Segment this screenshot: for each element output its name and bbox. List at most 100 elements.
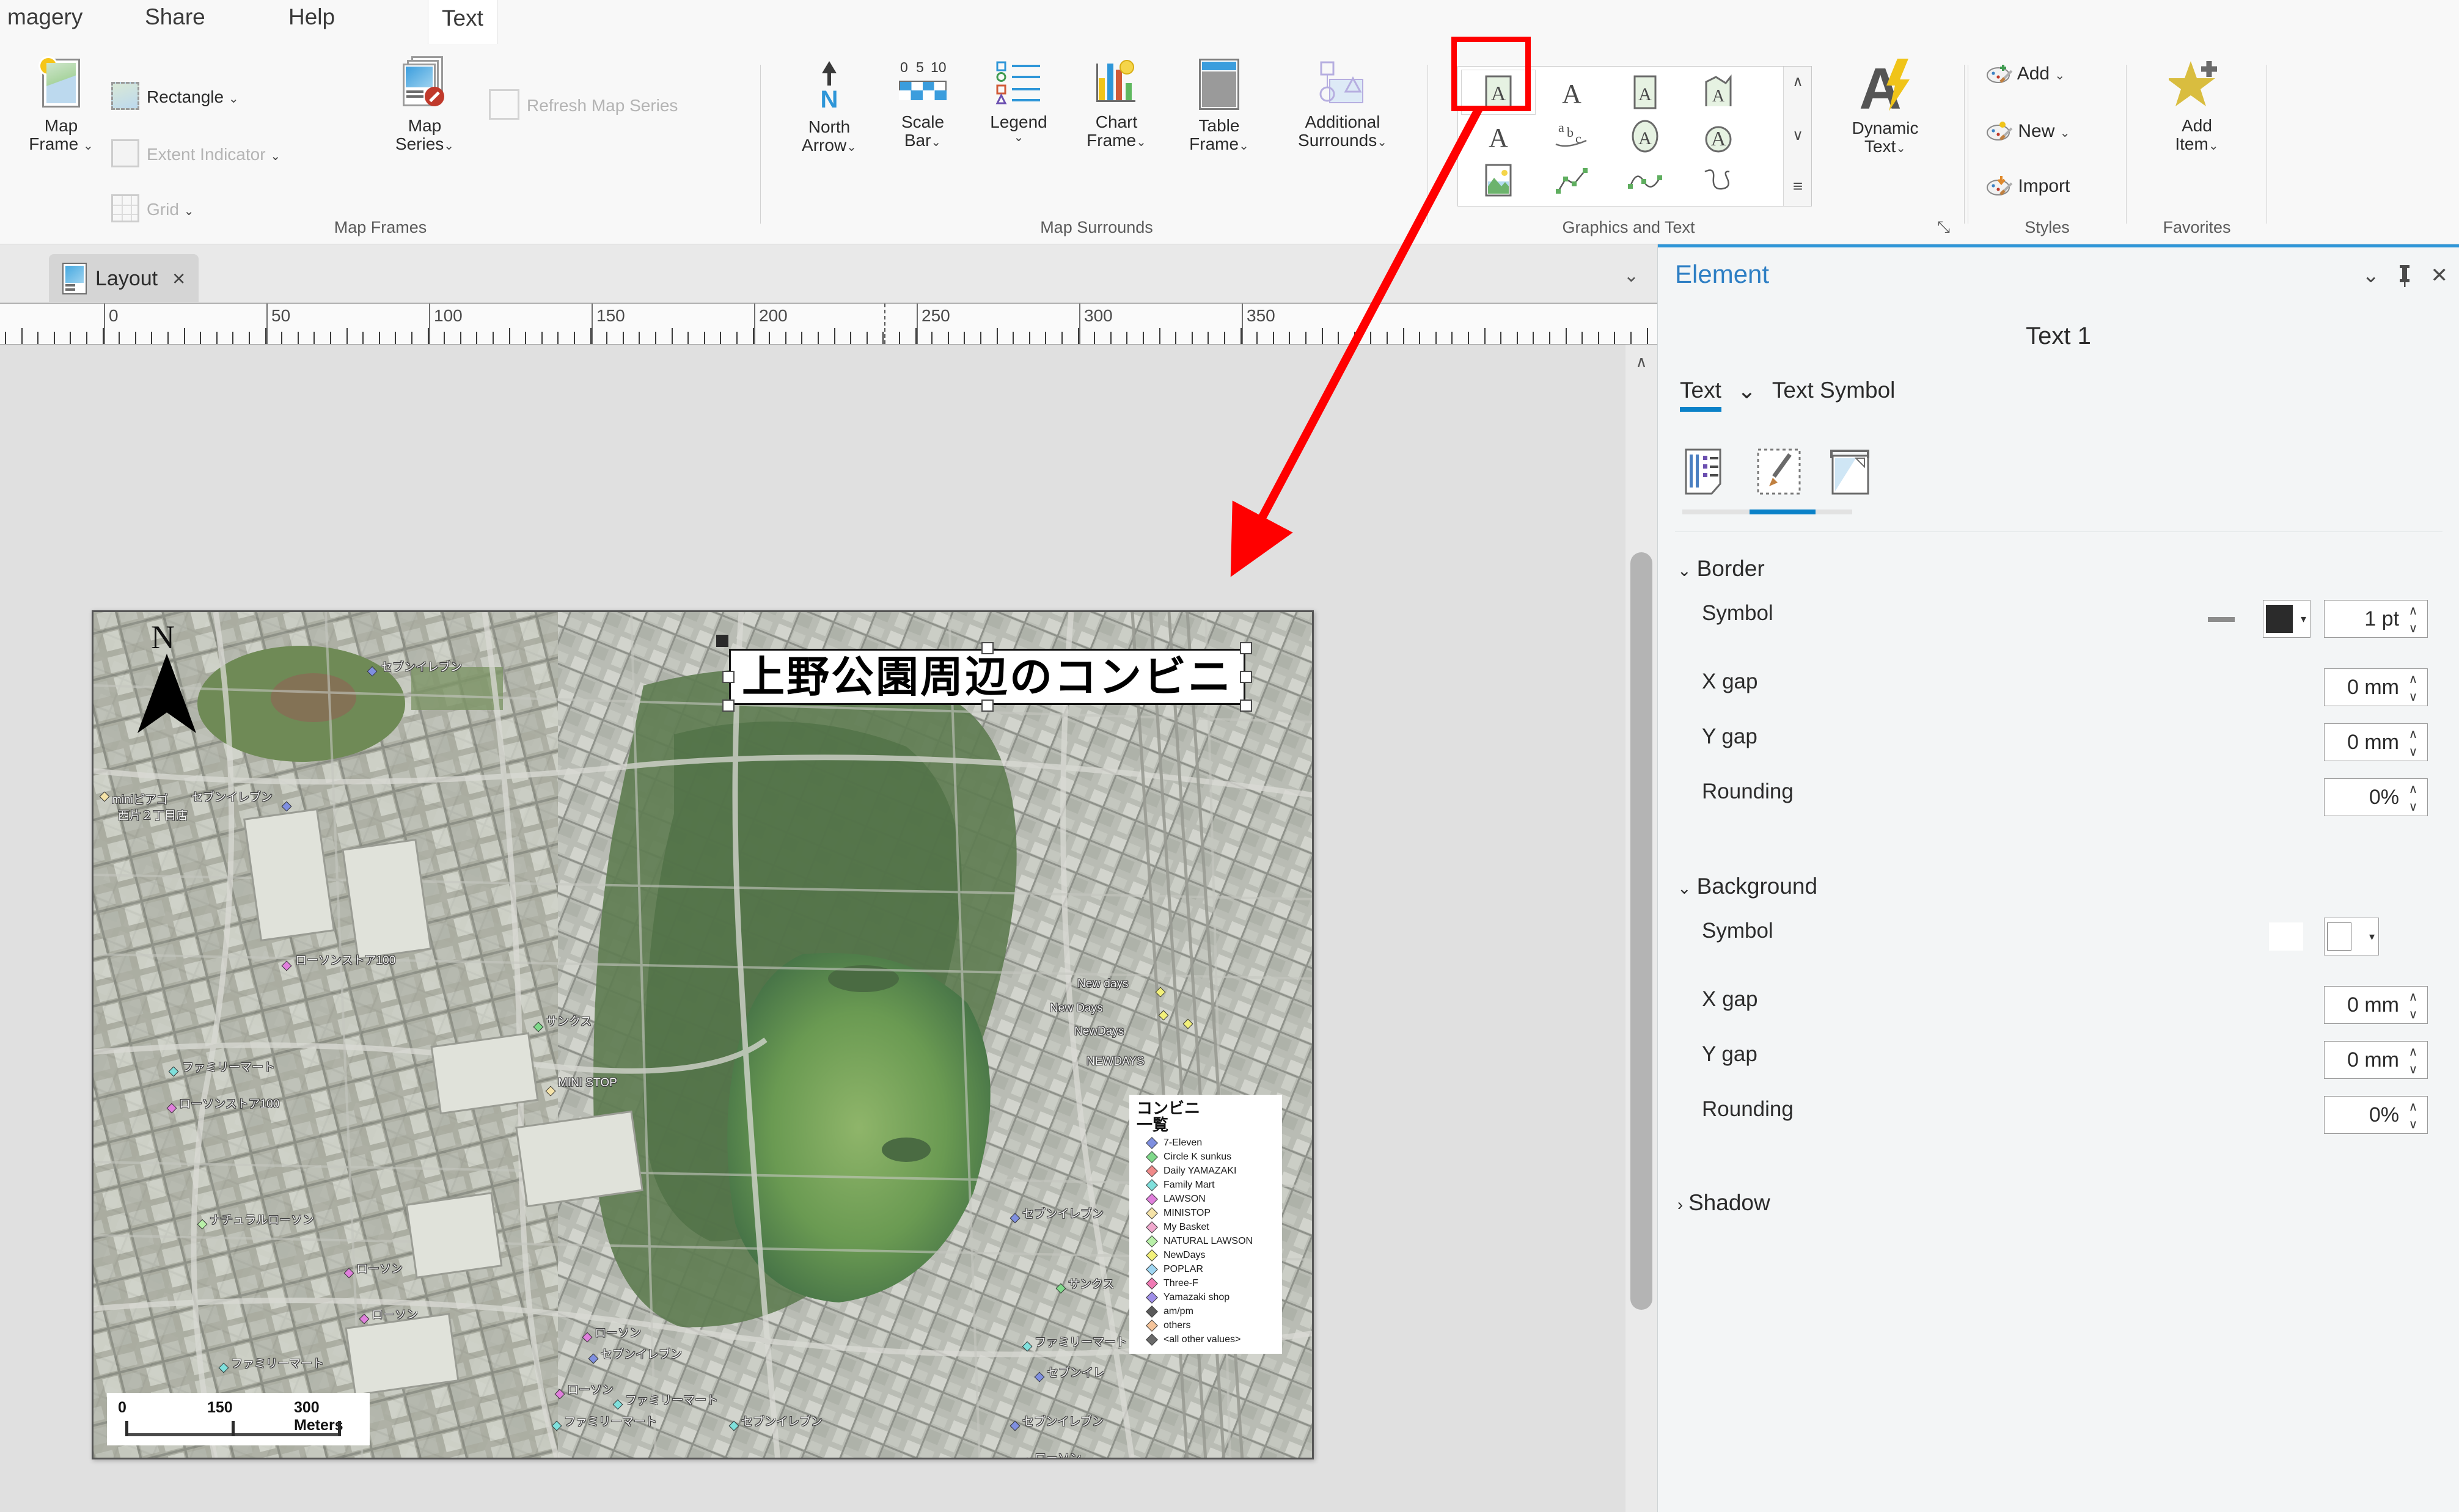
close-icon[interactable]: × xyxy=(172,266,185,291)
chevron-down-icon[interactable]: ⌄ xyxy=(444,139,454,153)
spinner-arrows[interactable]: ∧ ∨ xyxy=(2404,1099,2422,1132)
dialog-launcher-icon[interactable]: ⤡ xyxy=(1937,217,1950,237)
spinner-arrows[interactable]: ∧ ∨ xyxy=(2404,1044,2422,1077)
gallery-item-polyline[interactable] xyxy=(1535,158,1608,202)
spinner-down-icon[interactable]: ∨ xyxy=(2409,1062,2418,1077)
extent-indicator-button[interactable]: Extent Indicator ⌄ xyxy=(111,139,280,167)
list-properties-icon[interactable] xyxy=(1682,446,1734,497)
panel-menu-chevron-icon[interactable]: ⌄ xyxy=(2362,263,2380,288)
rectangle-button[interactable]: Rectangle ⌄ xyxy=(111,82,239,110)
chart-frame-button[interactable]: Chart Frame⌄ xyxy=(1065,59,1168,149)
graphics-gallery[interactable]: A A A A A abc A A ∧ ∨ ≡ xyxy=(1457,66,1812,206)
refresh-map-series-button[interactable]: Refresh Map Series xyxy=(489,89,678,120)
spinner-down-icon[interactable]: ∨ xyxy=(2409,689,2418,704)
chevron-down-icon[interactable]: ⌄ xyxy=(270,150,280,163)
spinner-up-icon[interactable]: ∧ xyxy=(2409,1099,2418,1114)
panel-pin-icon[interactable] xyxy=(2394,263,2415,293)
map-frame-button[interactable]: Map Frame ⌄ xyxy=(6,58,116,153)
border-symbol-width-spinner[interactable]: 1 pt ∧ ∨ xyxy=(2324,600,2428,638)
gallery-item-picture[interactable] xyxy=(1462,158,1535,202)
chevron-down-icon[interactable]: ⌄ xyxy=(229,92,239,106)
selection-handle-left[interactable] xyxy=(722,671,735,683)
scroll-thumb[interactable] xyxy=(1630,552,1652,1310)
spinner-arrows[interactable]: ∧ ∨ xyxy=(2404,726,2422,759)
legend-button[interactable]: Legend ⌄ xyxy=(970,59,1068,144)
gallery-item-ellipse-text[interactable]: A xyxy=(1682,114,1755,158)
chevron-down-icon[interactable]: ▾ xyxy=(2301,613,2306,626)
layout-canvas[interactable]: N 上野公園周辺のコンビニ コンビニ 一覧 7-Eleven Circle K … xyxy=(0,345,1625,1512)
spinner-up-icon[interactable]: ∧ xyxy=(2409,1044,2418,1059)
map-legend[interactable]: コンビニ 一覧 7-Eleven Circle K sunkus Daily YAM… xyxy=(1129,1095,1282,1354)
chevron-down-icon[interactable]: ⌄ xyxy=(846,141,857,154)
additional-surrounds-button[interactable]: Additional Surrounds⌄ xyxy=(1266,59,1419,149)
selection-handle-bottom[interactable] xyxy=(981,699,994,712)
gallery-scroll-down-icon[interactable]: ∨ xyxy=(1784,120,1812,150)
gallery-item-freehand-curve[interactable] xyxy=(1608,158,1682,202)
brush-display-icon[interactable] xyxy=(1754,446,1806,497)
spinner-up-icon[interactable]: ∧ xyxy=(2409,726,2418,742)
chevron-down-icon[interactable]: ⌄ xyxy=(184,205,194,218)
map-series-button[interactable]: Map Series⌄ xyxy=(367,56,483,153)
north-arrow-button[interactable]: N North Arrow⌄ xyxy=(777,59,881,154)
spinner-up-icon[interactable]: ∧ xyxy=(2409,603,2418,618)
placement-icon[interactable] xyxy=(1827,446,1878,497)
border-xgap-spinner[interactable]: 0 mm ∧ ∨ xyxy=(2324,668,2428,706)
chevron-down-icon[interactable]: ⌄ xyxy=(1896,142,1906,155)
background-xgap-spinner[interactable]: 0 mm ∧ ∨ xyxy=(2324,986,2428,1024)
selection-handle-bottom-right[interactable] xyxy=(1240,699,1252,712)
spinner-arrows[interactable]: ∧ ∨ xyxy=(2404,603,2422,636)
map-title-element[interactable]: 上野公園周辺のコンビニ xyxy=(716,635,1252,712)
chevron-down-icon[interactable]: ⌄ xyxy=(931,136,941,149)
style-new-button[interactable]: New ⌄ xyxy=(1985,121,2070,142)
section-shadow-header[interactable]: › Shadow xyxy=(1677,1190,1770,1216)
border-rounding-spinner[interactable]: 0% ∧ ∨ xyxy=(2324,778,2428,816)
chevron-down-icon[interactable]: ⌄ xyxy=(970,131,1068,144)
spinner-up-icon[interactable]: ∧ xyxy=(2409,671,2418,687)
gallery-scrollbar[interactable]: ∧ ∨ ≡ xyxy=(1783,67,1811,206)
spinner-down-icon[interactable]: ∨ xyxy=(2409,744,2418,759)
spinner-arrows[interactable]: ∧ ∨ xyxy=(2404,781,2422,814)
selection-handle-top[interactable] xyxy=(981,642,994,654)
spinner-down-icon[interactable]: ∨ xyxy=(2409,621,2418,636)
gallery-scroll-up-icon[interactable]: ∧ xyxy=(1784,67,1812,96)
gallery-item-curved-text[interactable]: abc xyxy=(1535,114,1608,158)
spinner-down-icon[interactable]: ∨ xyxy=(2409,1117,2418,1132)
map-north-arrow[interactable]: N xyxy=(130,618,203,734)
chevron-down-icon[interactable]: ⌄ xyxy=(2060,126,2070,140)
background-ygap-spinner[interactable]: 0 mm ∧ ∨ xyxy=(2324,1041,2428,1079)
spinner-arrows[interactable]: ∧ ∨ xyxy=(2404,671,2422,704)
background-symbol-color-picker[interactable]: ▾ xyxy=(2324,918,2379,955)
dynamic-text-button[interactable]: A Dynamic Text⌄ xyxy=(1830,56,1940,155)
selection-handle-bottom-left[interactable] xyxy=(722,699,735,712)
gallery-item-rectangle-text[interactable]: A xyxy=(1461,70,1536,115)
chevron-down-icon[interactable]: ⌄ xyxy=(1136,136,1146,149)
chevron-down-icon[interactable]: ⌄ xyxy=(2054,69,2065,82)
selection-handle-top-right[interactable] xyxy=(1240,642,1252,654)
canvas-vertical-scrollbar[interactable]: ∧ xyxy=(1625,345,1657,1512)
selection-handle-anchor[interactable] xyxy=(716,635,728,647)
tab-chevron-down-icon[interactable]: ⌄ xyxy=(1737,378,1756,404)
view-collapse-chevron-icon[interactable]: ⌄ xyxy=(1624,265,1639,287)
selection-handle-right[interactable] xyxy=(1240,671,1252,683)
gallery-item-polygon-text[interactable]: A xyxy=(1608,70,1682,114)
scroll-up-icon[interactable]: ∧ xyxy=(1625,345,1657,379)
chevron-down-icon[interactable]: ⌄ xyxy=(1239,139,1249,153)
map-title-box[interactable]: 上野公園周辺のコンビニ xyxy=(716,635,1252,712)
section-border-header[interactable]: ⌄ Border xyxy=(1677,556,1765,582)
gallery-item-straight-text[interactable]: A xyxy=(1462,114,1535,158)
chevron-down-icon[interactable]: ▾ xyxy=(2369,930,2375,943)
close-icon[interactable]: ✕ xyxy=(2431,263,2449,288)
layout-page[interactable]: N 上野公園周辺のコンビニ コンビニ 一覧 7-Eleven Circle K … xyxy=(92,610,1314,1459)
gallery-more-icon[interactable]: ≡ xyxy=(1784,172,1812,201)
add-item-button[interactable]: Add Item⌄ xyxy=(2139,59,2255,153)
spinner-up-icon[interactable]: ∧ xyxy=(2409,989,2418,1004)
chevron-down-icon[interactable]: ⌄ xyxy=(2208,139,2219,153)
style-add-button[interactable]: Add ⌄ xyxy=(1985,64,2065,84)
spinner-arrows[interactable]: ∧ ∨ xyxy=(2404,989,2422,1022)
section-background-header[interactable]: ⌄ Background xyxy=(1677,874,1817,899)
tab-text[interactable]: Text xyxy=(1680,378,1721,412)
spinner-up-icon[interactable]: ∧ xyxy=(2409,781,2418,797)
style-import-button[interactable]: Import xyxy=(1985,176,2070,197)
spinner-down-icon[interactable]: ∨ xyxy=(2409,799,2418,814)
tab-text-symbol[interactable]: Text Symbol xyxy=(1772,378,1896,412)
